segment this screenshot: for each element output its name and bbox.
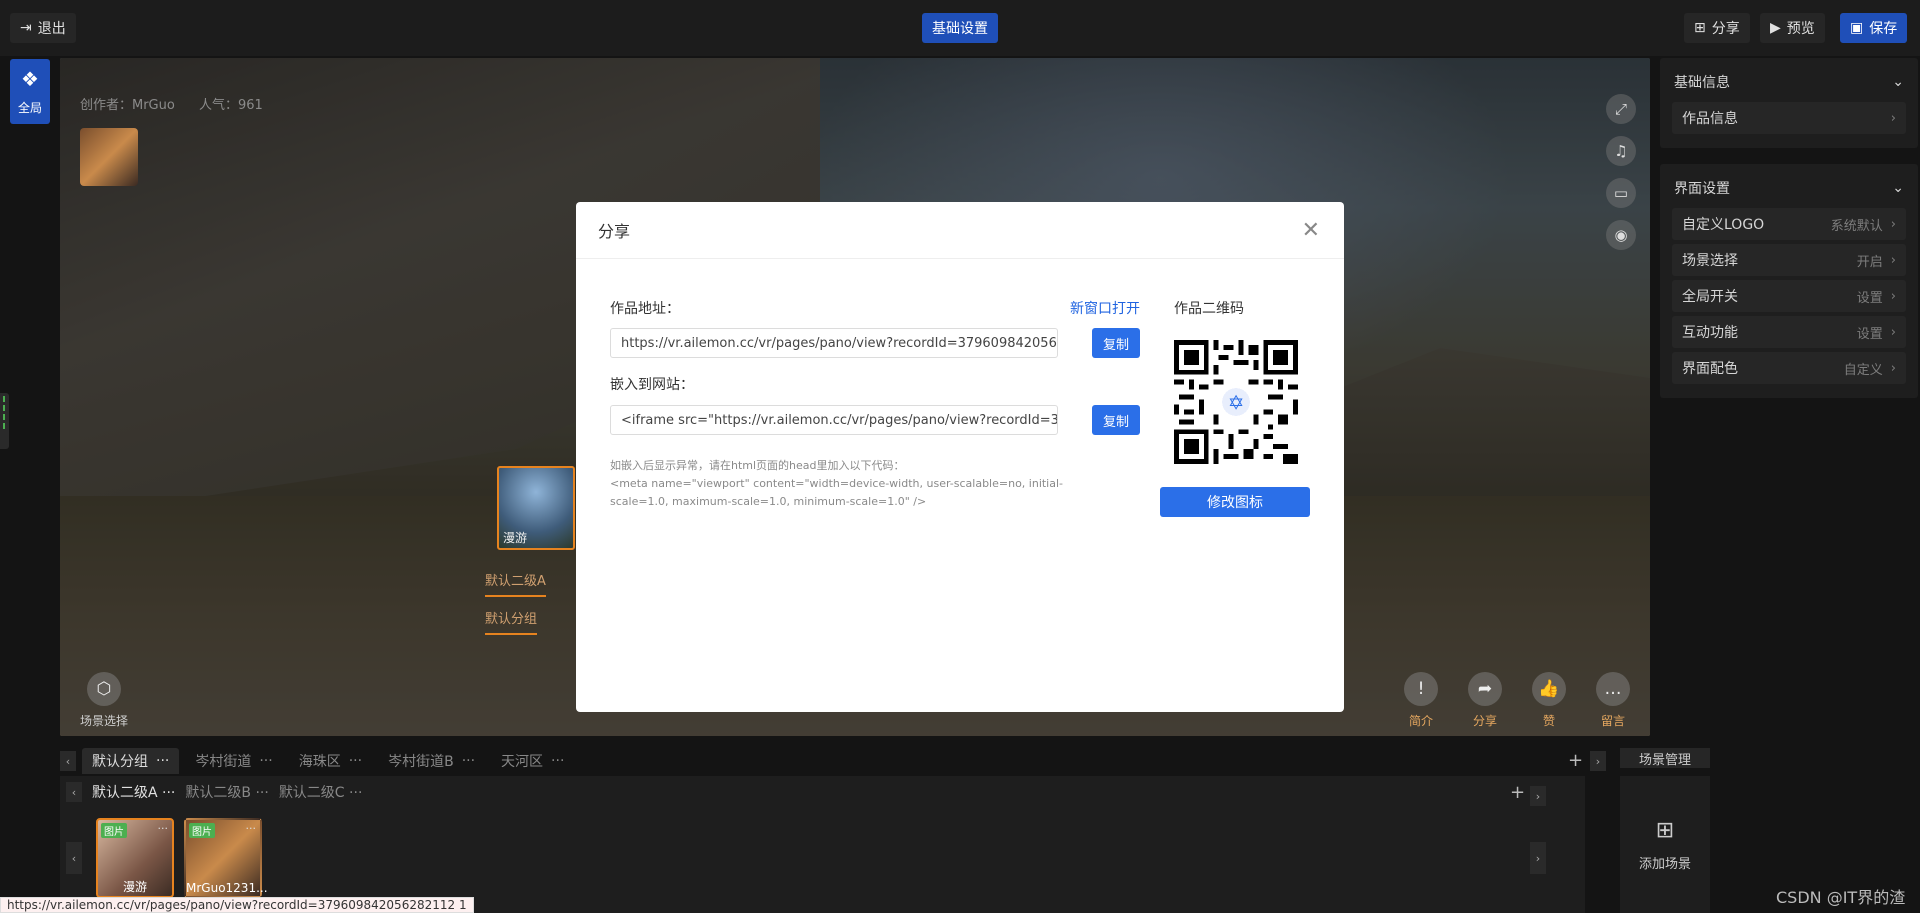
embed-code-field[interactable]: <iframe src="https://vr.ailemon.cc/vr/pa… xyxy=(610,405,1058,435)
embed-label: 嵌入到网站： xyxy=(610,377,694,393)
hint-line-1: 如嵌入后显示异常，请在html页面的head里加入以下代码： xyxy=(610,459,905,472)
copy-embed-button[interactable]: 复制 xyxy=(1092,405,1140,435)
hint-line-2: <meta name="viewport" content="width=dev… xyxy=(610,477,1064,508)
modal-overlay: 分享 ✕ 作品地址： 新窗口打开 https://vr.ailemon.cc/v… xyxy=(0,0,1920,913)
share-dialog: 分享 ✕ 作品地址： 新窗口打开 https://vr.ailemon.cc/v… xyxy=(576,202,1344,712)
dialog-title: 分享 xyxy=(598,222,631,241)
close-icon[interactable]: ✕ xyxy=(1302,218,1320,243)
copy-url-button[interactable]: 复制 xyxy=(1092,328,1140,358)
open-new-window-link[interactable]: 新窗口打开 xyxy=(1070,298,1140,318)
url-label: 作品地址： xyxy=(610,301,680,317)
svg-text:✡: ✡ xyxy=(1228,391,1245,414)
qr-code: ✡ xyxy=(1174,340,1298,464)
dialog-header: 分享 ✕ xyxy=(576,202,1344,259)
embed-hint: 如嵌入后显示异常，请在html页面的head里加入以下代码： <meta nam… xyxy=(610,457,1110,511)
modify-icon-button[interactable]: 修改图标 xyxy=(1160,487,1310,517)
work-url-field[interactable]: https://vr.ailemon.cc/vr/pages/pano/view… xyxy=(610,328,1058,358)
qr-title: 作品二维码 xyxy=(1174,301,1244,317)
